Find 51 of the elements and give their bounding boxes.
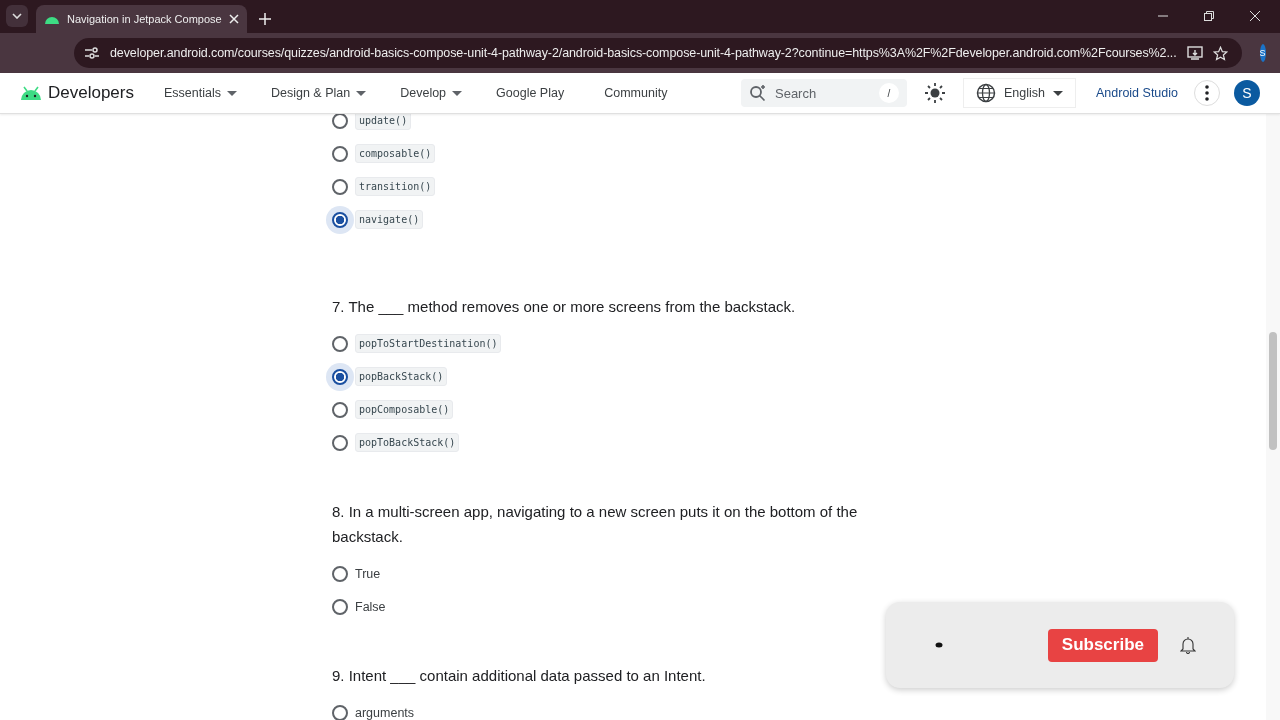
option-label: True xyxy=(355,566,381,581)
search-field[interactable]: Search / xyxy=(741,79,907,107)
chevron-down-icon xyxy=(12,13,22,19)
code-option-label: composable() xyxy=(355,144,436,163)
search-field[interactable]: Search xyxy=(773,84,873,102)
language-selector[interactable]: English xyxy=(963,78,1076,108)
globe-icon xyxy=(976,83,996,103)
site-settings-icon[interactable] xyxy=(84,46,100,60)
theme-toggle-icon[interactable] xyxy=(925,83,945,103)
android-logo-icon xyxy=(20,86,42,100)
tab-title: Navigation in Jetpack Compose xyxy=(67,13,222,25)
question-text: 8. In a multi-screen app, navigating to a new screen puts it on the bottom of the backstack. xyxy=(332,502,859,547)
more-icon xyxy=(1205,85,1209,101)
nav-link[interactable]: Community xyxy=(604,86,668,100)
code-option-label: update() xyxy=(355,114,412,130)
nav-link[interactable]: Design & Plan xyxy=(271,86,367,100)
bookmark-star-icon[interactable] xyxy=(1212,45,1228,61)
android-studio-link[interactable]: Android Studio xyxy=(1096,86,1178,100)
radio-button[interactable] xyxy=(326,362,354,391)
nav-link[interactable]: Google Play xyxy=(496,86,565,100)
android-icon xyxy=(44,14,60,24)
code-option-label: navigate() xyxy=(355,210,424,229)
nav-link[interactable]: Develop xyxy=(400,86,463,100)
question-text: 7. The ___ method removes one or more screens from the backstack. xyxy=(332,297,797,317)
question-text: 9. Intent ___ contain additional data passed to an Intent. xyxy=(332,666,707,686)
cursor-dot-icon xyxy=(935,642,943,648)
search-icon xyxy=(749,84,767,102)
code-option-label: popBackStack() xyxy=(355,367,448,386)
account-avatar[interactable]: S xyxy=(1234,80,1260,106)
profile-avatar[interactable]: S xyxy=(1259,44,1266,62)
code-option-label: popToBackStack() xyxy=(355,433,460,452)
tab-list-button[interactable] xyxy=(6,5,28,27)
close-icon[interactable] xyxy=(1250,11,1260,21)
code-option-label: popToStartDestination() xyxy=(355,334,502,353)
radio-button[interactable] xyxy=(326,205,354,234)
scrollbar-thumb[interactable] xyxy=(1269,332,1277,450)
option-label: False xyxy=(355,599,386,614)
bell-icon[interactable] xyxy=(1180,636,1196,654)
close-icon[interactable] xyxy=(228,14,239,24)
caret-icon xyxy=(1053,90,1063,96)
nav-link[interactable]: Essentials xyxy=(164,86,237,100)
site-logo-text[interactable]: Developers xyxy=(48,83,134,103)
option-label: arguments xyxy=(355,705,415,720)
subscribe-button[interactable]: Subscribe xyxy=(1047,628,1158,662)
code-option-label: popComposable() xyxy=(355,400,454,419)
shortcut-key: / xyxy=(879,83,899,103)
restore-icon[interactable] xyxy=(1204,11,1214,21)
browser-tab[interactable]: Navigation in Jetpack Compose xyxy=(36,5,247,33)
install-app-icon[interactable] xyxy=(1186,46,1203,60)
new-tab-icon[interactable] xyxy=(258,13,271,25)
code-option-label: transition() xyxy=(355,177,436,196)
